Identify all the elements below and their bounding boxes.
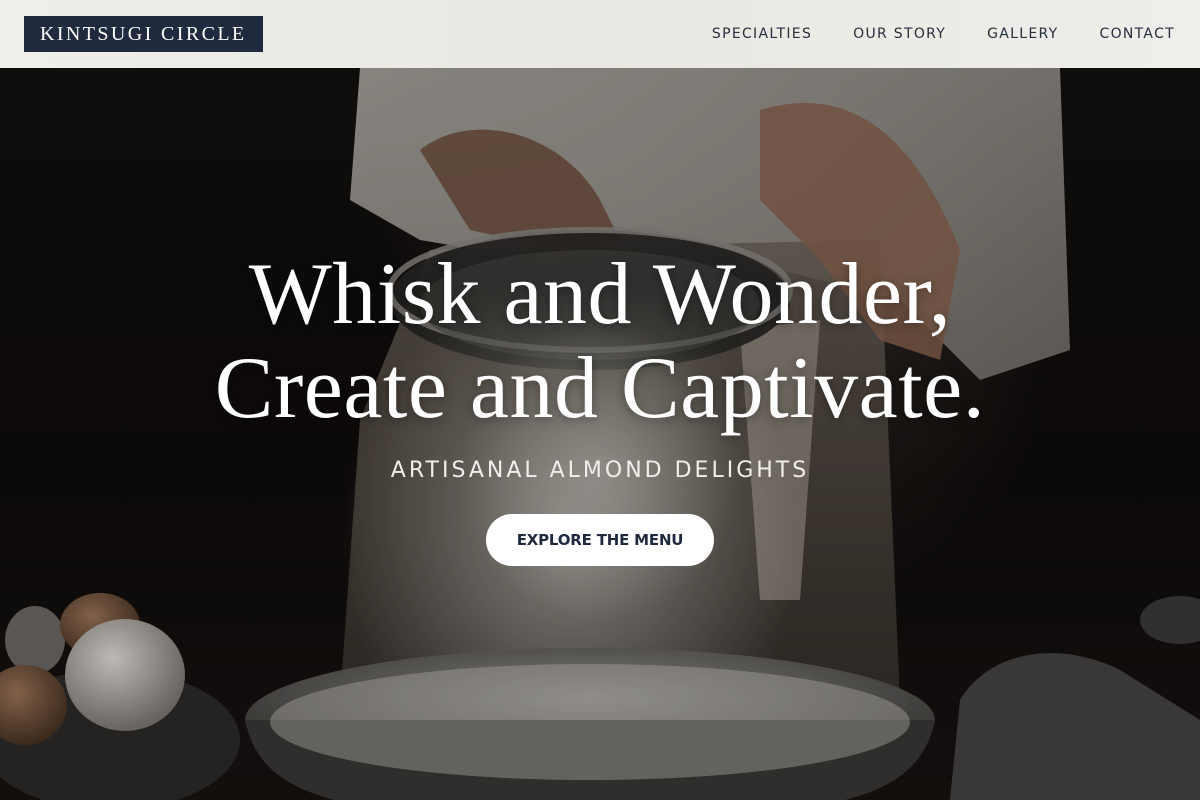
main-nav: SPECIALTIES OUR STORY GALLERY CONTACT xyxy=(712,26,1176,42)
hero-headline: Whisk and Wonder, Create and Captivate. xyxy=(0,248,1200,436)
hero-subtitle: ARTISANAL ALMOND DELIGHTS xyxy=(390,458,810,483)
hero-headline-line-1: Whisk and Wonder, xyxy=(248,246,952,343)
nav-link-specialties[interactable]: SPECIALTIES xyxy=(712,26,812,42)
nav-link-our-story[interactable]: OUR STORY xyxy=(853,26,946,42)
site-header: KINTSUGI CIRCLE SPECIALTIES OUR STORY GA… xyxy=(0,0,1200,68)
hero-headline-line-2: Create and Captivate. xyxy=(214,340,986,437)
explore-menu-button[interactable]: EXPLORE THE MENU xyxy=(486,514,714,566)
nav-link-contact[interactable]: CONTACT xyxy=(1100,26,1176,42)
brand-logo[interactable]: KINTSUGI CIRCLE xyxy=(24,16,263,52)
nav-link-gallery[interactable]: GALLERY xyxy=(987,26,1058,42)
hero-section: Whisk and Wonder, Create and Captivate. … xyxy=(0,68,1200,800)
landing-page: KINTSUGI CIRCLE SPECIALTIES OUR STORY GA… xyxy=(0,0,1200,800)
